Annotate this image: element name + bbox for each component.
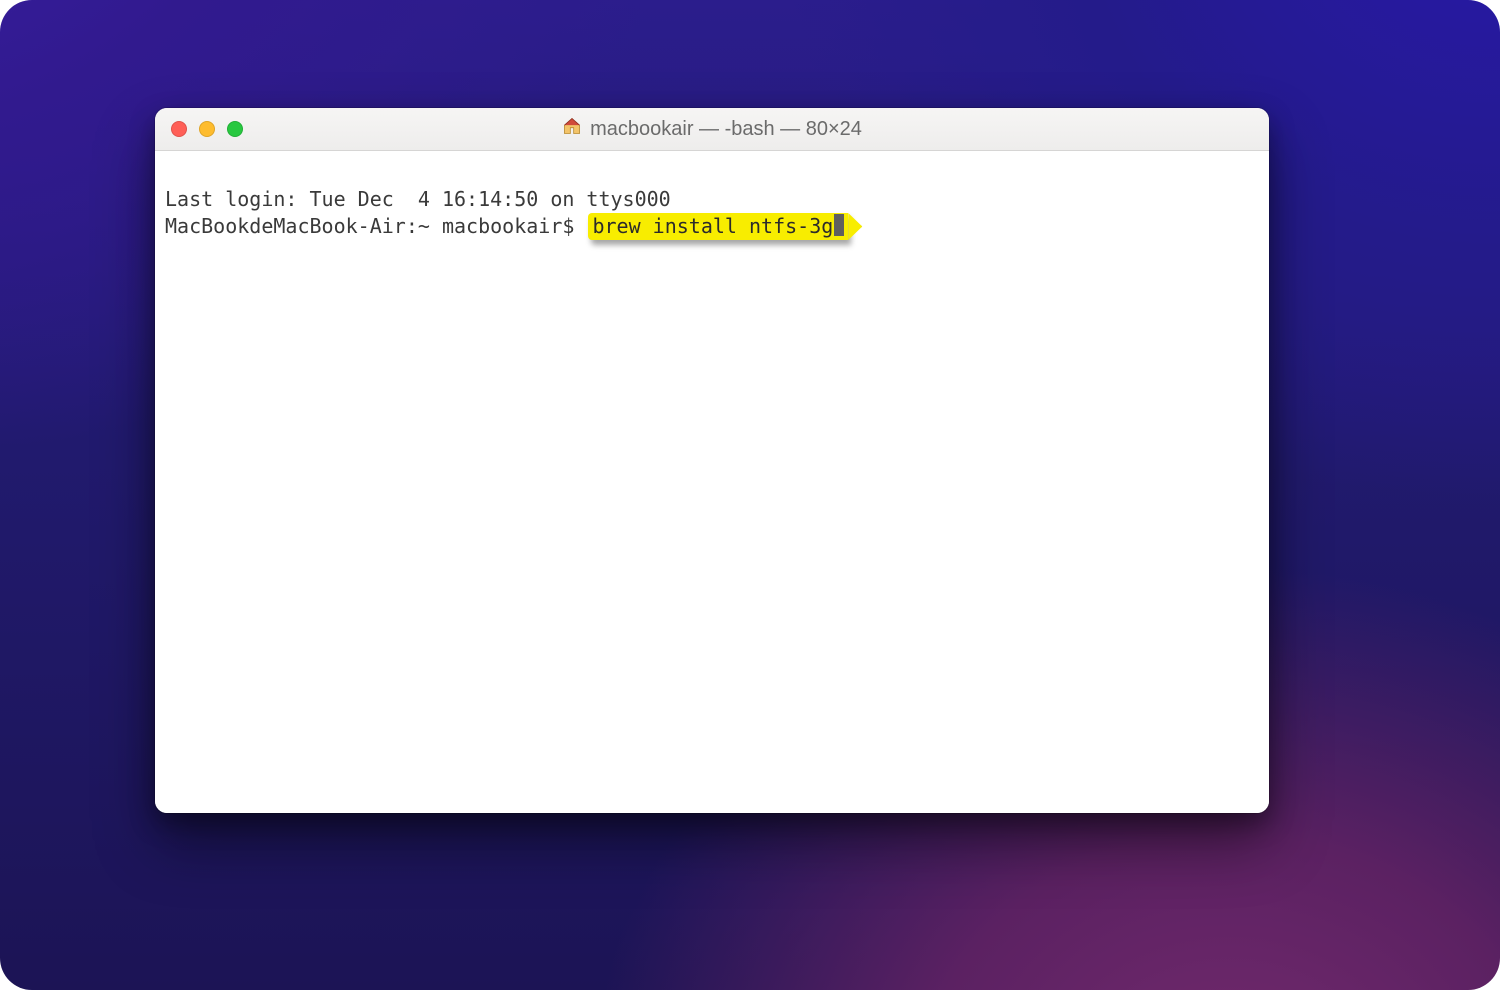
terminal-body[interactable]: Last login: Tue Dec 4 16:14:50 on ttys00…: [155, 151, 1269, 813]
window-title-text: macbookair — -bash — 80×24: [590, 118, 862, 141]
window-title: macbookair — -bash — 80×24: [155, 116, 1269, 142]
traffic-lights: [171, 121, 243, 137]
terminal-login-line: Last login: Tue Dec 4 16:14:50 on ttys00…: [165, 186, 1259, 213]
terminal-prompt: MacBookdeMacBook-Air:~ macbookair$: [165, 214, 574, 238]
minimize-button[interactable]: [199, 121, 215, 137]
terminal-window[interactable]: macbookair — -bash — 80×24 Last login: T…: [155, 108, 1269, 813]
terminal-command-text: brew install ntfs-3g: [592, 214, 833, 238]
cursor: [834, 214, 844, 236]
highlighted-command: brew install ntfs-3g: [588, 213, 848, 240]
terminal-prompt-line[interactable]: MacBookdeMacBook-Air:~ macbookair$ brew …: [165, 213, 1259, 240]
title-bar[interactable]: macbookair — -bash — 80×24: [155, 108, 1269, 151]
close-button[interactable]: [171, 121, 187, 137]
maximize-button[interactable]: [227, 121, 243, 137]
home-icon: [562, 116, 582, 142]
